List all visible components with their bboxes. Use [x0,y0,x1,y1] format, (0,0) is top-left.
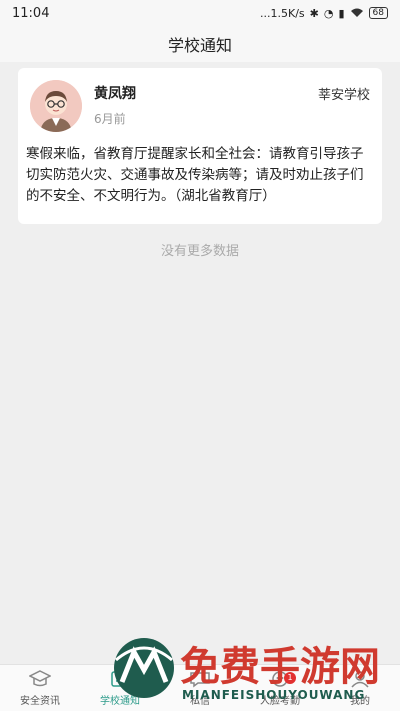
user-icon [351,671,369,688]
tab-school-notice[interactable]: 学校通知 [80,665,160,711]
avatar [30,80,82,132]
alarm-icon: ◔ [323,6,334,20]
tab-label: 人脸考勤 [260,696,300,707]
wifi-icon [350,8,363,17]
page-title: 学校通知 [167,36,232,55]
notice-icon [111,671,129,687]
message-icon [190,672,210,688]
school-name: 莘安学校 [317,88,370,103]
tab-face-attendance[interactable]: 1 人脸考勤 [240,665,320,711]
tab-label: 安全资讯 [20,696,60,707]
status-bar: 11:04 ...1.5K/s ✱ ◔ ▮ 68 [0,0,400,26]
status-time: 11:04 [12,5,50,21]
tab-safety-news[interactable]: 安全资讯 [0,665,80,711]
graduation-cap-icon [29,670,51,687]
tab-label: 我的 [350,696,370,707]
status-icons: ...1.5K/s ✱ ◔ ▮ 68 [260,7,388,20]
tab-label: 学校通知 [100,696,140,707]
no-more-data: 没有更多数据 [160,244,239,259]
bluetooth-icon: ✱ [309,6,319,20]
battery-icon: 68 [368,7,388,19]
tab-messages[interactable]: 私信 [160,665,240,711]
avatar-person-icon [30,80,82,132]
page-header: 学校通知 [0,26,400,62]
notification-badge: 1 [284,672,296,684]
net-speed: ...1.5K/s [260,6,305,20]
notice-content: 寒假来临，省教育厅提醒家长和全社会：请教育引导孩子切实防范火灾、交通事故及传染病… [26,146,364,204]
author-name: 黄凤翔 [94,86,136,102]
tab-label: 私信 [190,696,210,707]
tab-bar: 安全资讯 学校通知 私信 1 人脸考勤 我的 [0,664,400,711]
notice-time: 6月前 [94,112,126,126]
notice-card[interactable]: 黄凤翔 6月前 莘安学校 寒假来临，省教育厅提醒家长和全社会：请教育引导孩子切实… [18,68,382,224]
tab-mine[interactable]: 我的 [320,665,400,711]
signal-icon: ▮ [338,6,345,20]
